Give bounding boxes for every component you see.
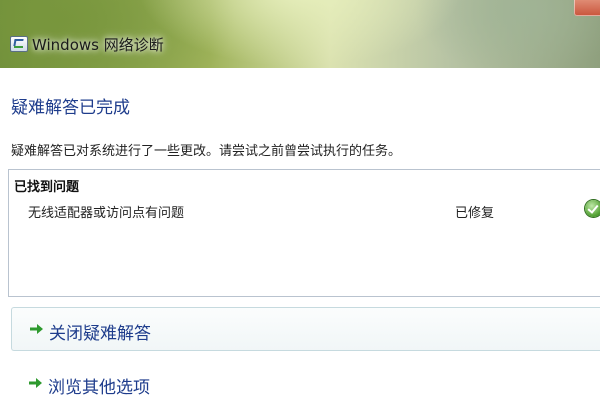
close-troubleshooter-option[interactable]: 关闭疑难解答 <box>11 307 600 351</box>
problem-name: 无线适配器或访问点有问题 <box>28 206 185 221</box>
close-troubleshooter-label: 关闭疑难解答 <box>49 324 151 344</box>
problem-status: 已修复 <box>455 206 495 221</box>
explore-other-options-option[interactable]: 浏览其他选项 <box>11 362 600 406</box>
window-title: Windows 网络诊断 <box>32 36 164 54</box>
green-arrow-icon <box>30 323 44 335</box>
main-content: 疑难解答已完成 疑难解答已对系统进行了一些更改。请尝试之前曾尝试执行的任务。 已… <box>0 68 600 400</box>
window-title-bar: Windows 网络诊断 <box>0 0 600 68</box>
network-diagnostics-icon <box>10 36 28 52</box>
close-button[interactable] <box>574 0 600 16</box>
problems-found-panel: 已找到问题 无线适配器或访问点有问题 已修复 <box>8 169 600 297</box>
problems-header: 已找到问题 <box>14 180 80 195</box>
green-arrow-icon <box>29 377 43 389</box>
page-title: 疑难解答已完成 <box>11 98 130 118</box>
check-circle-icon <box>585 200 600 217</box>
page-description: 疑难解答已对系统进行了一些更改。请尝试之前曾尝试执行的任务。 <box>11 144 402 159</box>
explore-other-options-label: 浏览其他选项 <box>48 378 150 398</box>
